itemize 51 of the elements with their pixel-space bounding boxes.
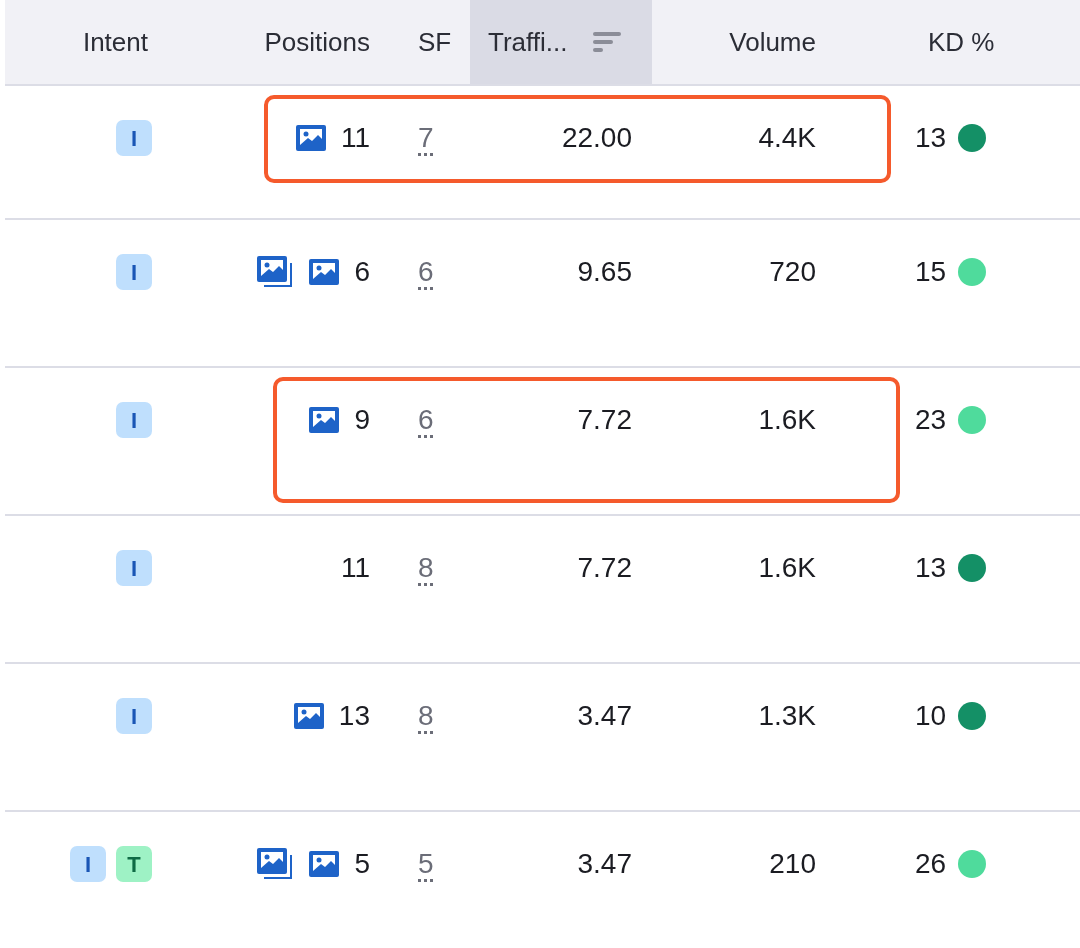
position-value: 13 xyxy=(338,699,370,733)
traffic-value: 3.47 xyxy=(577,847,632,881)
image-pack-icon xyxy=(256,255,295,289)
kd-value: 10 xyxy=(915,699,947,733)
traffic-value: 22.00 xyxy=(561,121,632,155)
sf-count-link[interactable]: 6 xyxy=(418,399,434,441)
column-header[interactable]: KD % xyxy=(830,0,1080,84)
volume-value: 4.4K xyxy=(758,121,816,155)
sf-count-link[interactable]: 7 xyxy=(418,117,434,159)
image-icon xyxy=(308,406,341,434)
traffic-value: 7.72 xyxy=(577,551,632,585)
position-value: 11 xyxy=(340,121,370,155)
column-header[interactable]: Intent xyxy=(5,0,160,84)
sf-count-link[interactable]: 6 xyxy=(418,251,434,293)
volume-value: 1.3K xyxy=(758,699,816,733)
position-value: 9 xyxy=(354,403,370,437)
intent-badge: I xyxy=(116,402,152,438)
column-header[interactable]: Positions xyxy=(160,0,380,84)
image-icon xyxy=(308,850,341,878)
sf-count-link[interactable]: 8 xyxy=(418,547,434,589)
column-header[interactable]: Traffi... xyxy=(470,0,652,84)
position-value: 6 xyxy=(354,255,370,289)
kd-value: 23 xyxy=(915,403,947,437)
intent-badge: I xyxy=(116,698,152,734)
position-value: 11 xyxy=(340,551,370,585)
volume-value: 210 xyxy=(769,847,816,881)
kd-value: 15 xyxy=(915,255,947,289)
traffic-value: 7.72 xyxy=(577,403,632,437)
image-icon xyxy=(294,124,327,152)
position-value: 5 xyxy=(354,847,370,881)
intent-badge: I xyxy=(116,550,152,586)
kd-value: 13 xyxy=(915,121,947,155)
volume-value: 1.6K xyxy=(758,403,816,437)
kd-value: 26 xyxy=(915,847,947,881)
image-icon xyxy=(308,258,341,286)
intent-badge: I xyxy=(116,120,152,156)
intent-badge: I xyxy=(116,254,152,290)
intent-badge: T xyxy=(116,846,152,882)
traffic-value: 9.65 xyxy=(577,255,632,289)
kd-value: 13 xyxy=(915,551,947,585)
intent-badge: I xyxy=(70,846,106,882)
image-icon xyxy=(292,702,325,730)
column-header[interactable]: Volume xyxy=(652,0,830,84)
volume-value: 720 xyxy=(769,255,816,289)
sf-count-link[interactable]: 8 xyxy=(418,695,434,737)
image-pack-icon xyxy=(256,847,295,881)
traffic-value: 3.47 xyxy=(577,699,632,733)
sf-count-link[interactable]: 5 xyxy=(418,843,434,885)
volume-value: 1.6K xyxy=(758,551,816,585)
sort-icon[interactable] xyxy=(593,31,622,53)
column-header[interactable]: SF xyxy=(380,0,470,84)
